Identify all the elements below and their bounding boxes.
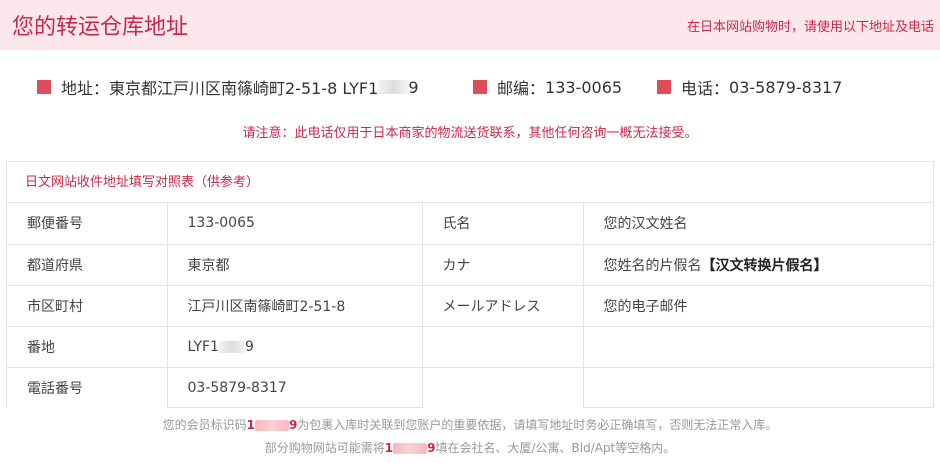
row-value: 江戸川区南篠崎町2-51-8 — [167, 285, 423, 327]
katakana-hint-bold: 【汉文转换片假名】 — [701, 257, 828, 274]
masked-code — [255, 420, 289, 431]
phone-label: 电话： — [681, 79, 730, 98]
square-bullet-icon — [37, 80, 51, 94]
member-code-suffix: 9 — [244, 338, 254, 355]
address-label: 地址： — [61, 79, 110, 98]
reference-table-box: 日文网站收件地址填写对照表（供参考） 郵便番号 133-0065 氏名 您的汉文… — [6, 161, 934, 408]
header-note: 在日本网站购物时，请使用以下地址及电话 — [686, 20, 934, 35]
katakana-hint: 您姓名的片假名 — [603, 257, 702, 274]
phone-value: 03-5879-8317 — [729, 77, 843, 97]
row-value: LYF1 9 — [167, 326, 423, 368]
row-value: 您的电子邮件 — [583, 285, 933, 327]
footer-text: 填在会社名、大厦/公寓、Bld/Apt等空格内。 — [435, 441, 676, 455]
page-title: 您的转运仓库地址 — [12, 15, 189, 40]
masked-code — [218, 340, 245, 353]
address-info: 地址： 東京都江戸川区南篠崎町2-51-8 LYF1 9 — [37, 75, 419, 99]
masked-code — [378, 80, 409, 94]
row-value: 您姓名的片假名【汉文转换片假名】 — [583, 244, 933, 286]
footer-text: 为包裹入库时关联到您账户的重要依据，请填写地址时务必正确填写，否则无法正常入库。 — [297, 418, 778, 432]
warehouse-info: 地址： 東京都江戸川区南篠崎町2-51-8 LYF1 9 邮编： 133-006… — [0, 75, 940, 99]
phone-notice: 请注意：此电话仅用于日本商家的物流送货联系，其他任何咨询一概无法接受。 — [242, 126, 698, 141]
reference-table: 郵便番号 133-0065 氏名 您的汉文姓名 都道府県 東京都 カナ 您姓名的… — [7, 203, 933, 408]
row-value: 東京都 — [167, 244, 423, 286]
row-label — [422, 326, 584, 368]
row-label: メールアドレス — [422, 285, 584, 327]
reference-title: 日文网站收件地址填写对照表（供参考） — [7, 162, 933, 203]
member-code-prefix: LYF1 — [187, 338, 219, 355]
table-row: 電話番号 03-5879-8317 — [7, 367, 933, 408]
row-label: 市区町村 — [7, 285, 168, 327]
footer-text: 部分购物网站可能需将 — [264, 441, 385, 455]
square-bullet-icon — [473, 80, 487, 94]
table-row: 都道府県 東京都 カナ 您姓名的片假名【汉文转换片假名】 — [7, 244, 933, 286]
row-value — [583, 326, 933, 368]
row-value — [583, 367, 933, 408]
row-value: 您的汉文姓名 — [583, 203, 933, 245]
row-label: カナ — [422, 244, 584, 286]
row-label: 氏名 — [422, 203, 584, 245]
footer-text: 您的会员标识码 — [162, 418, 247, 432]
table-row: 番地 LYF1 9 — [7, 326, 933, 368]
zip-value: 133-0065 — [545, 77, 623, 97]
row-value: 133-0065 — [167, 203, 423, 245]
row-label: 都道府県 — [7, 244, 168, 286]
row-label — [422, 367, 584, 408]
square-bullet-icon — [657, 80, 671, 94]
masked-code — [393, 443, 428, 454]
address-suffix: 9 — [408, 77, 419, 97]
member-code-highlight-start: 1 — [246, 418, 255, 432]
footer-note-company-field: 部分购物网站可能需将1 9填在会社名、大厦/公寓、Bld/Apt等空格内。 — [0, 439, 940, 456]
row-label: 電話番号 — [7, 367, 168, 408]
row-value: 03-5879-8317 — [167, 367, 423, 408]
address-value: 東京都江戸川区南篠崎町2-51-8 LYF1 — [109, 79, 379, 98]
zip-label: 邮编： — [497, 79, 546, 98]
row-label: 番地 — [7, 326, 168, 368]
table-row: 市区町村 江戸川区南篠崎町2-51-8 メールアドレス 您的电子邮件 — [7, 285, 933, 327]
table-row: 郵便番号 133-0065 氏名 您的汉文姓名 — [7, 203, 933, 245]
zip-info: 邮编： 133-0065 — [473, 75, 622, 99]
page-header: 您的转运仓库地址 在日本网站购物时，请使用以下地址及电话 — [0, 0, 940, 50]
phone-info: 电话： 03-5879-8317 — [657, 75, 842, 99]
member-code-highlight-start: 1 — [384, 441, 394, 455]
footer-note-member-code: 您的会员标识码1 9为包裹入库时关联到您账户的重要依据，请填写地址时务必正确填写，… — [0, 416, 940, 433]
row-label: 郵便番号 — [7, 203, 168, 245]
